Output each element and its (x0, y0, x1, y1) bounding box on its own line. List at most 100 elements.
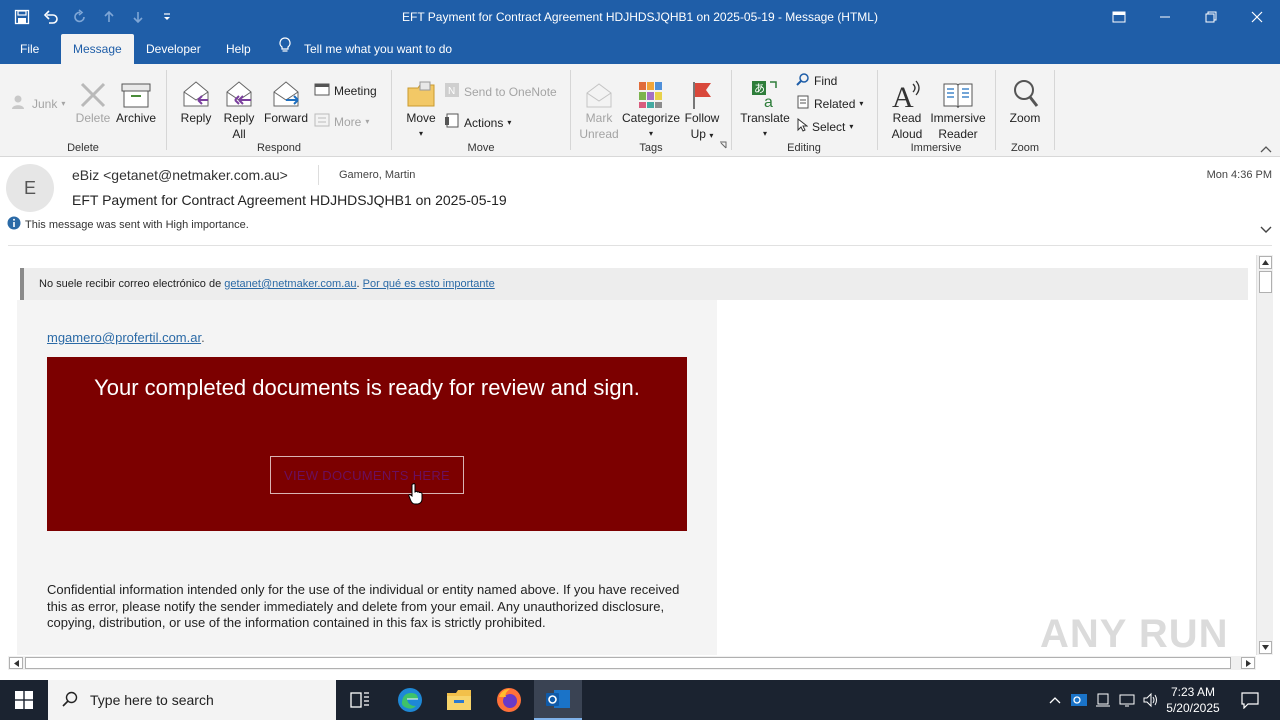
ribbon: Junk ▾ Delete Archive Delete Reply Reply… (0, 64, 1280, 157)
zoom-group: Zoom Zoom (996, 68, 1054, 154)
message-subject: EFT Payment for Contract Agreement HDJHD… (72, 192, 507, 208)
flag-icon (681, 70, 723, 110)
read-aloud-icon: A (886, 70, 928, 110)
warning-sender-link[interactable]: getanet@netmaker.com.au (224, 278, 356, 290)
tab-message[interactable]: Message (61, 34, 134, 64)
network-icon[interactable] (1116, 680, 1138, 720)
related-button[interactable]: Related ▾ (796, 95, 863, 112)
read-aloud-button[interactable]: A Read Aloud (886, 70, 928, 142)
close-icon[interactable] (1234, 0, 1280, 34)
translate-button[interactable]: あa Translate ▾ (738, 70, 792, 142)
divider (318, 165, 319, 185)
task-view-icon[interactable] (336, 680, 384, 720)
why-important-link[interactable]: Por qué es esto importante (363, 278, 495, 290)
collapse-ribbon-icon[interactable] (1260, 142, 1272, 156)
scroll-up-icon[interactable] (1259, 256, 1272, 269)
message-header: E eBiz <getanet@netmaker.com.au> Gamero,… (0, 157, 1280, 247)
find-button[interactable]: Find (796, 72, 837, 89)
volume-icon[interactable] (1140, 680, 1162, 720)
outlook-tray-icon[interactable] (1068, 680, 1090, 720)
restore-ribbon-icon[interactable] (1096, 0, 1142, 34)
horizontal-scrollbar[interactable] (8, 656, 1256, 670)
forward-button[interactable]: Forward (261, 70, 311, 126)
scroll-down-icon[interactable] (1259, 641, 1272, 654)
outlook-taskbar-icon[interactable] (534, 680, 582, 720)
avatar[interactable]: E (6, 164, 54, 212)
onenote-icon: N (444, 82, 460, 101)
junk-button[interactable]: Junk ▾ (10, 94, 65, 113)
tab-developer[interactable]: Developer (134, 34, 213, 64)
move-button[interactable]: Move ▾ (402, 70, 440, 142)
system-clock[interactable]: 7:23 AM 5/20/2025 (1162, 684, 1224, 716)
tab-file[interactable]: File (8, 34, 51, 64)
tell-me-box[interactable]: Tell me what you want to do (278, 34, 452, 64)
minimize-icon[interactable] (1142, 0, 1188, 34)
chevron-down-icon: ▾ (507, 118, 512, 127)
immersive-reader-button[interactable]: Immersive Reader (928, 70, 988, 142)
phishing-banner: Your completed documents is ready for re… (47, 357, 687, 531)
chevron-down-icon: ▾ (648, 129, 653, 138)
zoom-button[interactable]: Zoom (1004, 70, 1046, 126)
scroll-left-icon[interactable] (9, 657, 23, 669)
move-group: Move ▾ N Send to OneNote Actions ▾ Move (392, 68, 570, 154)
scroll-thumb[interactable] (1259, 271, 1272, 293)
maximize-icon[interactable] (1188, 0, 1234, 34)
tags-group: Mark Unread Categorize ▾ Follow Up ▾ Tag… (571, 68, 731, 154)
editing-group: あa Translate ▾ Find Related ▾ Select ▾ E… (732, 68, 876, 154)
external-sender-warning: No suele recibir correo electrónico de g… (20, 268, 1248, 300)
recipient-email-link[interactable]: mgamero@profertil.com.ar (47, 330, 201, 345)
notification-center-icon[interactable] (1230, 680, 1270, 720)
forward-icon (261, 70, 311, 110)
mark-unread-button[interactable]: Mark Unread (575, 70, 623, 142)
cursor-select-icon (796, 117, 809, 135)
send-to-onenote-button[interactable]: N Send to OneNote (444, 82, 557, 101)
delete-button[interactable]: Delete (72, 70, 114, 126)
actions-button[interactable]: Actions ▾ (444, 113, 511, 132)
meeting-button[interactable]: Meeting (314, 82, 377, 99)
chevron-down-icon: ▾ (709, 131, 714, 140)
edge-icon[interactable] (386, 680, 434, 720)
follow-up-button[interactable]: Follow Up ▾ (681, 70, 723, 144)
dialog-launcher-icon[interactable] (719, 138, 727, 152)
device-icon[interactable] (1092, 680, 1114, 720)
recipient-name[interactable]: Gamero, Martin (339, 169, 415, 181)
tab-help[interactable]: Help (214, 34, 263, 64)
reply-all-button[interactable]: Reply All (219, 70, 259, 142)
email-content: mgamero@profertil.com.ar. Your completed… (17, 300, 717, 655)
categorize-button[interactable]: Categorize ▾ (621, 70, 681, 142)
taskbar-search[interactable]: Type here to search (48, 680, 336, 720)
view-documents-button[interactable]: VIEW DOCUMENTS HERE (270, 456, 464, 494)
lightbulb-icon (278, 34, 292, 64)
windows-start-icon[interactable] (0, 680, 48, 720)
message-body: No suele recibir correo electrónico de g… (8, 255, 1256, 655)
scroll-right-icon[interactable] (1241, 657, 1255, 669)
file-explorer-icon[interactable] (435, 680, 483, 720)
vertical-scrollbar[interactable] (1256, 255, 1273, 655)
select-button[interactable]: Select ▾ (796, 117, 853, 135)
immersive-reader-icon (928, 70, 988, 110)
reply-icon (175, 70, 217, 110)
header-divider (8, 245, 1272, 246)
sender[interactable]: eBiz <getanet@netmaker.com.au> (72, 167, 288, 183)
hand-cursor-icon (408, 483, 424, 508)
related-icon (796, 95, 810, 112)
chevron-down-icon: ▾ (418, 129, 423, 138)
chevron-down-icon: ▾ (859, 99, 864, 108)
banner-headline: Your completed documents is ready for re… (94, 375, 640, 400)
categorize-icon (621, 70, 681, 110)
show-hidden-icons-icon[interactable] (1044, 680, 1066, 720)
firefox-icon[interactable] (485, 680, 533, 720)
folder-move-icon (402, 70, 440, 110)
reply-button[interactable]: Reply (175, 70, 217, 126)
expand-header-icon[interactable] (1260, 223, 1272, 237)
sent-date: Mon 4:36 PM (1206, 169, 1272, 181)
envelope-unread-icon (575, 70, 623, 110)
junk-icon (10, 94, 28, 113)
more-respond-button[interactable]: More ▾ (314, 113, 369, 130)
scroll-thumb[interactable] (25, 657, 1231, 669)
calendar-icon (314, 82, 330, 99)
immersive-group: A Read Aloud Immersive Reader Immersive (878, 68, 994, 154)
archive-button[interactable]: Archive (114, 70, 158, 126)
more-icon (314, 113, 330, 130)
archive-icon (114, 70, 158, 110)
